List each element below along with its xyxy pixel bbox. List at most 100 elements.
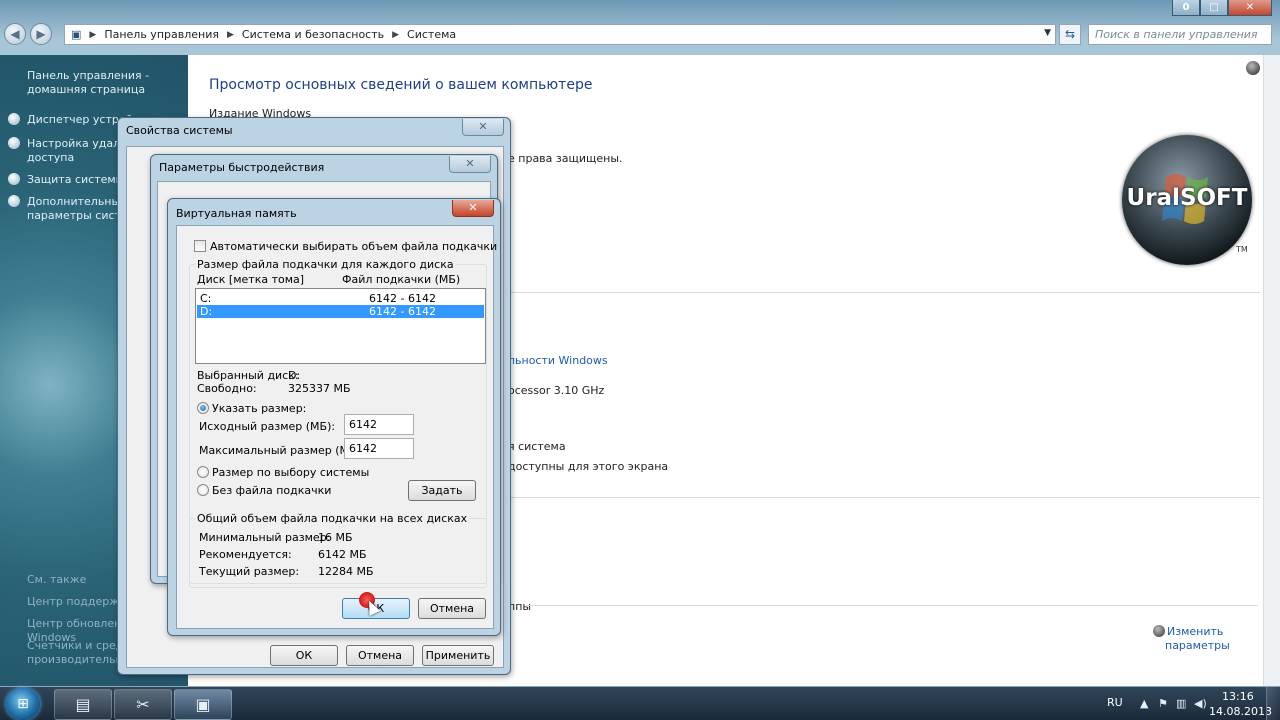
- shield-icon: [1153, 625, 1165, 637]
- forward-arrow-icon: ▶: [36, 27, 46, 41]
- disk-row-c[interactable]: C: 6142 - 6142: [197, 292, 484, 305]
- clock-date[interactable]: 14.08.2013: [1209, 705, 1272, 718]
- language-indicator[interactable]: RU: [1107, 696, 1123, 709]
- min-size-label: Минимальный размер:: [199, 531, 331, 544]
- disk-list[interactable]: C: 6142 - 6142 D: 6142 - 6142: [195, 288, 486, 364]
- system-type-value: я система: [508, 440, 566, 453]
- control-panel-icon: ▣: [71, 28, 82, 41]
- breadcrumb-separator-icon: ▶: [89, 29, 97, 40]
- auto-pagefile-label: Автоматически выбирать объем файла подка…: [210, 240, 498, 253]
- title-bar: 0 □ ✕: [0, 0, 1280, 18]
- max-size-input[interactable]: 6142: [344, 438, 414, 459]
- per-disk-group-title: Размер файла подкачки для каждого диска: [195, 258, 456, 271]
- show-hidden-icons[interactable]: ▲: [1140, 697, 1148, 710]
- oem-logo: UralSOFT: [1122, 135, 1252, 265]
- logo-text: UralSOFT: [1126, 185, 1248, 211]
- current-size-label: Текущий размер:: [199, 565, 300, 578]
- dialog-close-button[interactable]: ✕: [452, 200, 494, 217]
- pen-touch-value: доступны для этого экрана: [508, 460, 669, 473]
- free-space-label: Свободно:: [197, 382, 257, 395]
- maximize-button[interactable]: □: [1200, 0, 1228, 16]
- pagefile-column-header: Файл подкачки (МБ): [342, 273, 461, 286]
- dialog-close-button[interactable]: ✕: [462, 119, 504, 136]
- system-managed-label: Размер по выбору системы: [212, 466, 370, 479]
- close-button[interactable]: ✕: [1228, 0, 1272, 16]
- apply-button[interactable]: Применить: [422, 645, 494, 666]
- change-settings-link[interactable]: Изменить параметры: [1153, 625, 1230, 653]
- auto-pagefile-checkbox[interactable]: [194, 240, 206, 252]
- dialog-title: Виртуальная память: [176, 207, 297, 220]
- processor-value: ocessor 3.10 GHz: [508, 384, 605, 397]
- max-size-label: Максимальный размер (МБ):: [199, 444, 365, 457]
- volume-icon[interactable]: ◀): [1194, 697, 1207, 710]
- search-input[interactable]: Поиск в панели управления: [1088, 24, 1272, 45]
- disk-pagefile-size: 6142 - 6142: [369, 305, 436, 318]
- taskbar-tools[interactable]: ✂: [114, 689, 172, 720]
- forward-button[interactable]: ▶: [30, 23, 52, 45]
- minimize-button[interactable]: 0: [1172, 0, 1200, 16]
- vertical-scrollbar[interactable]: [1263, 55, 1280, 686]
- nav-home-link[interactable]: Панель управления - домашняя страница: [27, 69, 185, 97]
- change-settings-label-2: параметры: [1165, 639, 1230, 652]
- custom-size-label: Указать размер:: [212, 402, 307, 415]
- disk-name: D:: [200, 305, 213, 318]
- taskbar-explorer[interactable]: ▤: [54, 689, 112, 720]
- custom-size-radio[interactable]: [197, 402, 209, 414]
- section-divider: [526, 605, 1258, 606]
- total-group-title: Общий объем файла подкачки на всех диска…: [195, 512, 470, 525]
- recommended-value: 6142 МБ: [318, 548, 367, 561]
- refresh-button[interactable]: ⇆: [1059, 24, 1081, 45]
- taskbar-control-panel[interactable]: ▣: [174, 689, 232, 720]
- shield-icon: [8, 195, 20, 207]
- help-icon[interactable]: [1246, 61, 1260, 75]
- folder-icon: ▤: [75, 695, 91, 714]
- copyright-text: е права защищены.: [508, 152, 623, 165]
- initial-size-input[interactable]: 6142: [344, 414, 414, 435]
- show-desktop-button[interactable]: [1266, 687, 1280, 720]
- min-size-value: 16 МБ: [318, 531, 353, 544]
- selected-disk-value: D:: [288, 369, 301, 382]
- clock-time[interactable]: 13:16: [1222, 690, 1254, 703]
- selected-disk-label: Выбранный диск:: [197, 369, 299, 382]
- set-button[interactable]: Задать: [408, 480, 476, 501]
- disk-name: C:: [200, 292, 212, 305]
- workgroup-heading: ппы: [508, 600, 532, 613]
- dialog-title: Параметры быстродействия: [159, 161, 325, 174]
- tools-icon: ✂: [136, 695, 150, 714]
- breadcrumb-system[interactable]: Система: [407, 28, 456, 41]
- address-dropdown-icon[interactable]: ▼: [1044, 28, 1051, 38]
- refresh-icon: ⇆: [1064, 27, 1076, 41]
- no-pagefile-label: Без файла подкачки: [212, 484, 332, 497]
- logo-trademark: TM: [1236, 245, 1248, 254]
- current-size-value: 12284 МБ: [318, 565, 374, 578]
- dialog-body: Автоматически выбирать объем файла подка…: [176, 225, 498, 629]
- dialog-close-button[interactable]: ✕: [449, 156, 491, 173]
- navigation-bar: ◀ ▶ ▣ ▶ Панель управления ▶ Система и бе…: [0, 20, 1280, 48]
- breadcrumb-separator-icon: ▶: [392, 29, 400, 40]
- disk-pagefile-size: 6142 - 6142: [369, 292, 436, 305]
- performance-index-link[interactable]: льности Windows: [508, 354, 608, 367]
- system-managed-radio[interactable]: [197, 466, 209, 478]
- flag-icon[interactable]: ⚑: [1158, 697, 1168, 710]
- back-arrow-icon: ◀: [10, 27, 20, 41]
- dialog-title: Свойства системы: [126, 124, 233, 137]
- network-icon[interactable]: ▥: [1176, 697, 1186, 710]
- virtual-memory-dialog: Виртуальная память ✕ Автоматически выбир…: [167, 198, 501, 636]
- disk-row-d[interactable]: D: 6142 - 6142: [197, 305, 484, 318]
- monitor-icon: ▣: [195, 695, 211, 714]
- cancel-button[interactable]: Отмена: [418, 598, 486, 619]
- breadcrumb-control-panel[interactable]: Панель управления: [104, 28, 219, 41]
- address-bar[interactable]: ▣ ▶ Панель управления ▶ Система и безопа…: [64, 24, 1056, 45]
- back-button[interactable]: ◀: [4, 23, 26, 45]
- shield-icon: [8, 173, 20, 185]
- shield-icon: [8, 137, 20, 149]
- breadcrumb-system-security[interactable]: Система и безопасность: [242, 28, 384, 41]
- cancel-button[interactable]: Отмена: [346, 645, 414, 666]
- window-controls: 0 □ ✕: [1172, 0, 1272, 16]
- no-pagefile-radio[interactable]: [197, 484, 209, 496]
- ok-button[interactable]: ОК: [270, 645, 338, 666]
- page-title: Просмотр основных сведений о вашем компь…: [209, 77, 593, 93]
- disk-column-header: Диск [метка тома]: [197, 273, 305, 286]
- change-settings-label-1: Изменить: [1167, 625, 1224, 638]
- start-button[interactable]: ⊞: [6, 688, 40, 720]
